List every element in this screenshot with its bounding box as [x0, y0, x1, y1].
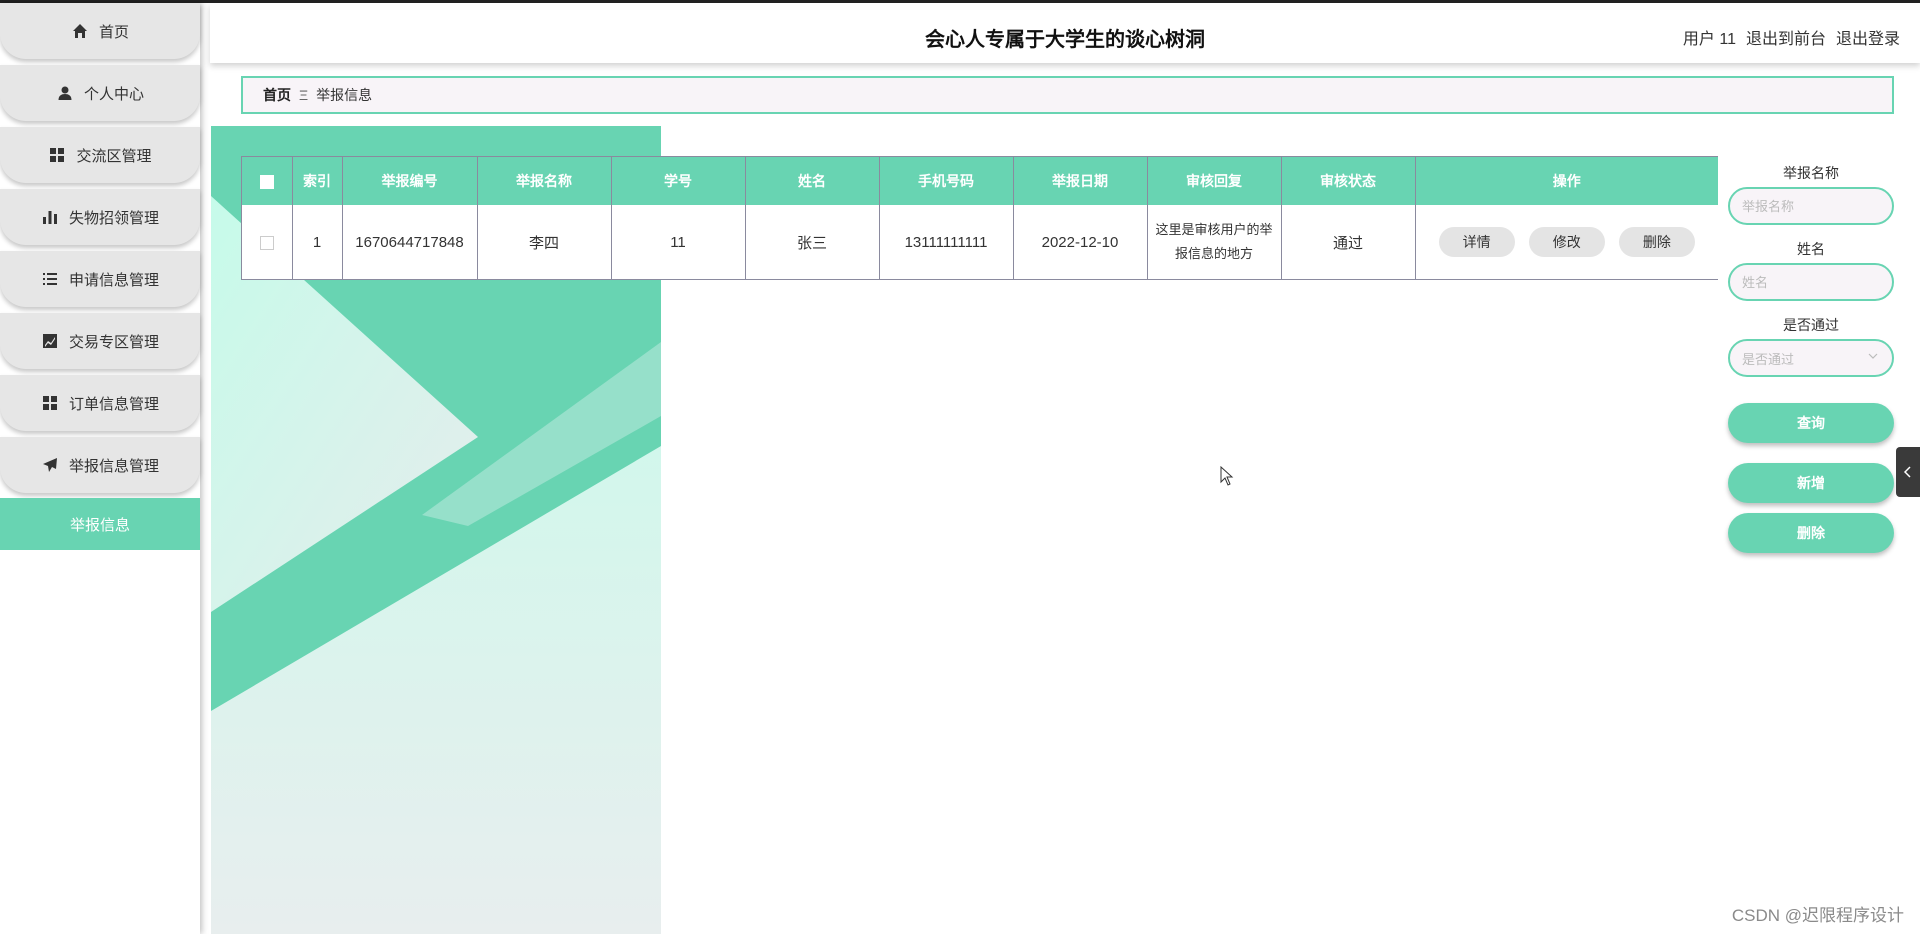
sidebar-subitem-report-info[interactable]: 举报信息	[0, 498, 200, 550]
table-header-row: 索引 举报编号 举报名称 学号 姓名 手机号码 举报日期 审核回复 审核状态 操…	[242, 157, 1718, 205]
watermark: CSDN @迟限程序设计	[1731, 906, 1904, 925]
report-table: 索引 举报编号 举报名称 学号 姓名 手机号码 举报日期 审核回复 审核状态 操…	[241, 156, 1718, 280]
passed-label: 是否通过	[1783, 317, 1839, 333]
sidebar-item-applications[interactable]: 申请信息管理	[0, 251, 200, 307]
column-header: 手机号码	[879, 157, 1014, 205]
chevron-left-icon	[1903, 466, 1911, 478]
sidebar-item-label: 交易专区管理	[68, 333, 159, 351]
batch-delete-button[interactable]: 删除	[1728, 513, 1894, 553]
passed-select-value: 是否通过	[1742, 351, 1795, 367]
column-header: 举报日期	[1013, 157, 1148, 205]
header-actions: 用户 11 退出到前台 退出登录	[1683, 25, 1900, 49]
cell-date: 2022-12-10	[1013, 205, 1148, 279]
cell-actions: 详情 修改 删除	[1415, 205, 1718, 279]
list-icon	[41, 270, 59, 288]
cell-report-name: 李四	[477, 205, 612, 279]
name-label: 姓名	[1797, 241, 1825, 257]
filter-panel: 举报名称 姓名 是否通过 是否通过	[1728, 163, 1894, 377]
add-button[interactable]: 新增	[1728, 463, 1894, 503]
breadcrumb-home[interactable]: 首页	[263, 85, 291, 105]
column-header: 举报名称	[477, 157, 612, 205]
collapse-panel-tab[interactable]	[1896, 447, 1920, 497]
column-header: 学号	[611, 157, 746, 205]
breadcrumb-current: 举报信息	[316, 87, 373, 103]
grid-icon	[41, 394, 59, 412]
sidebar-item-trade[interactable]: 交易专区管理	[0, 313, 200, 369]
cell-student-id: 11	[611, 205, 746, 279]
app-title: 会心人专属于大学生的谈心树洞	[925, 29, 1205, 51]
paper-plane-icon	[41, 456, 59, 474]
column-header: 姓名	[745, 157, 880, 205]
name-input[interactable]	[1728, 263, 1894, 301]
breadcrumb-separator: Ξ	[299, 87, 309, 103]
chevron-down-icon	[1868, 353, 1878, 359]
cell-status: 通过	[1281, 205, 1416, 279]
column-header: 审核状态	[1281, 157, 1416, 205]
cell-name: 张三	[745, 205, 880, 279]
sidebar-item-label: 申请信息管理	[68, 271, 159, 289]
row-select-cell	[242, 205, 293, 279]
logout-link[interactable]: 退出登录	[1836, 25, 1900, 49]
exit-to-front-link[interactable]: 退出到前台	[1746, 25, 1826, 49]
passed-select[interactable]: 是否通过	[1728, 339, 1894, 377]
sidebar-item-label: 首页	[98, 23, 129, 41]
detail-button[interactable]: 详情	[1438, 227, 1515, 257]
report-name-label: 举报名称	[1783, 165, 1839, 181]
report-name-input[interactable]	[1728, 187, 1894, 225]
delete-row-button[interactable]: 删除	[1618, 227, 1695, 257]
bar-chart-icon	[41, 208, 59, 226]
home-icon	[71, 22, 89, 40]
column-header: 操作	[1415, 157, 1718, 205]
sidebar-item-forum[interactable]: 交流区管理	[0, 127, 200, 183]
select-all-cell	[242, 157, 293, 205]
column-header: 审核回复	[1147, 157, 1282, 205]
cell-reply: 这里是审核用户的举报信息的地方	[1147, 205, 1282, 279]
search-button[interactable]: 查询	[1728, 403, 1894, 443]
cell-index: 1	[292, 205, 343, 279]
sidebar-item-label: 个人中心	[83, 85, 144, 103]
column-header: 举报编号	[342, 157, 478, 205]
sidebar-item-lost-found[interactable]: 失物招领管理	[0, 189, 200, 245]
line-chart-icon	[41, 332, 59, 350]
sidebar-item-profile[interactable]: 个人中心	[0, 65, 200, 121]
sidebar-item-label: 失物招领管理	[68, 209, 159, 227]
cell-phone: 13111111111	[879, 205, 1014, 279]
sidebar-item-home[interactable]: 首页	[0, 3, 200, 59]
table-row: 1 1670644717848 李四 11 张三 13111111111 202…	[242, 205, 1718, 279]
grid-icon	[48, 146, 66, 164]
mouse-cursor-icon	[1220, 466, 1234, 486]
sidebar: 首页 个人中心 交流区管理 失物招领管理 申请信息管理 交易专区管理 订单信息管…	[0, 3, 200, 934]
sidebar-item-orders[interactable]: 订单信息管理	[0, 375, 200, 431]
sidebar-item-label: 订单信息管理	[68, 395, 159, 413]
column-header: 索引	[292, 157, 343, 205]
top-header: 会心人专属于大学生的谈心树洞 用户 11 退出到前台 退出登录	[210, 3, 1920, 63]
sidebar-item-label: 举报信息管理	[68, 457, 159, 475]
sidebar-item-reports[interactable]: 举报信息管理	[0, 437, 200, 493]
breadcrumb: 首页 Ξ 举报信息	[241, 76, 1894, 114]
user-icon	[56, 84, 74, 102]
row-checkbox[interactable]	[259, 235, 274, 250]
edit-button[interactable]: 修改	[1528, 227, 1605, 257]
sidebar-item-label: 交流区管理	[76, 147, 152, 165]
select-all-checkbox[interactable]	[259, 175, 274, 190]
cell-report-no: 1670644717848	[342, 205, 478, 279]
current-user: 用户 11	[1682, 31, 1736, 48]
